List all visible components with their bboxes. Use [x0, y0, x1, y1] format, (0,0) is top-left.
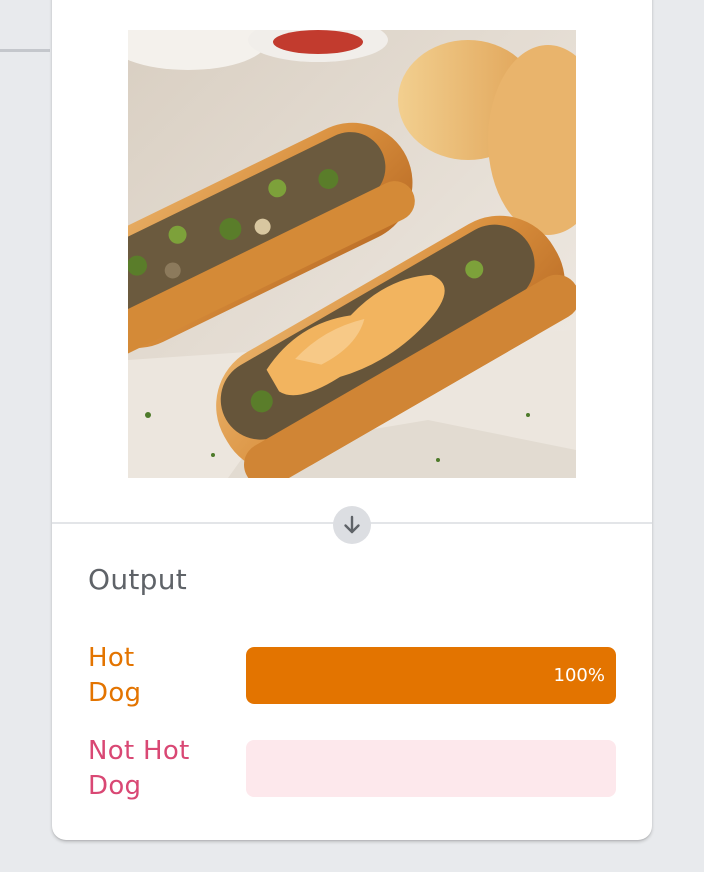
left-panel-divider: [0, 49, 50, 52]
result-label-line: Hot: [88, 643, 135, 673]
result-label-hot-dog: Hot Dog: [88, 641, 228, 711]
input-image: [128, 30, 576, 478]
result-label-line: Not Hot: [88, 736, 190, 766]
result-label-line: Dog: [88, 678, 142, 708]
arrow-down-glyph: [344, 515, 360, 534]
confidence-bar-not-hot-dog: [246, 740, 616, 797]
arrow-down-icon: [333, 506, 371, 544]
result-label-not-hot-dog: Not Hot Dog: [88, 734, 228, 804]
confidence-value: 100%: [553, 665, 605, 686]
classifier-card: Output Hot Dog 100% Not Hot Dog: [52, 0, 652, 840]
confidence-bar-hot-dog: 100%: [246, 647, 616, 704]
output-title: Output: [88, 563, 188, 596]
result-label-line: Dog: [88, 771, 142, 801]
sandwich-photo: [128, 30, 576, 478]
